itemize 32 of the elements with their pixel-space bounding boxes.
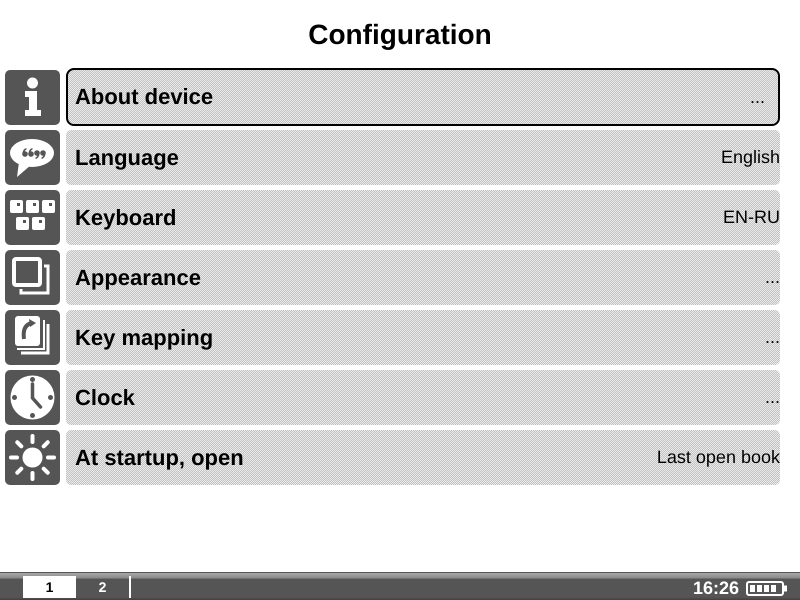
- setting-value: Last open book: [656, 447, 780, 468]
- menu-item[interactable]: Keyboard EN-RU: [66, 190, 780, 245]
- setting-label: Keyboard: [75, 204, 176, 230]
- sun-icon: [5, 430, 60, 485]
- setting-value: ...: [764, 387, 780, 408]
- info-icon: [5, 70, 60, 125]
- page-tab[interactable]: 1: [23, 576, 76, 598]
- setting-value: ...: [764, 267, 780, 288]
- clock-time: 16:26: [692, 578, 739, 599]
- clock-icon: [5, 370, 60, 425]
- setting-label: Clock: [75, 384, 135, 410]
- menu-item[interactable]: Appearance ...: [66, 250, 780, 305]
- page-title: Configuration: [307, 18, 493, 52]
- keyboard-icon: [5, 190, 60, 245]
- setting-label: About device: [75, 84, 214, 110]
- setting-label: At startup, open: [75, 444, 244, 470]
- overlapping-squares-icon: [5, 250, 60, 305]
- setting-value: English: [720, 147, 780, 168]
- battery-icon: [746, 581, 788, 596]
- setting-value: EN-RU: [723, 207, 780, 228]
- menu-item[interactable]: Key mapping ...: [66, 310, 780, 365]
- page-tab[interactable]: 2: [76, 576, 129, 598]
- setting-label: Language: [75, 144, 179, 170]
- menu-item[interactable]: Clock ...: [66, 370, 780, 425]
- menu-item[interactable]: Language English: [66, 130, 780, 185]
- menu-item[interactable]: About device ...: [66, 68, 780, 126]
- setting-label: Appearance: [75, 264, 201, 290]
- setting-value: ...: [764, 327, 780, 348]
- setting-label: Key mapping: [75, 324, 214, 350]
- menu-item[interactable]: At startup, open Last open book: [66, 430, 780, 485]
- speech-bubble-icon: [5, 130, 60, 185]
- setting-value: ...: [750, 86, 765, 108]
